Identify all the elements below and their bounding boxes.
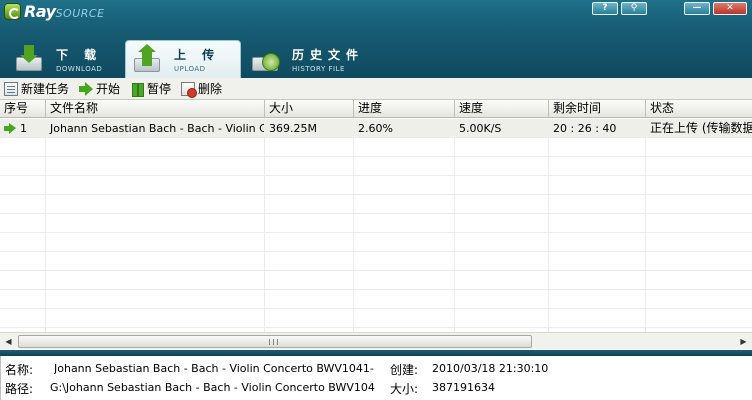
table-row[interactable]: 1 Johann Sebastian Bach - Bach - Violin …: [0, 119, 752, 138]
delete-icon: [181, 81, 198, 98]
tab-upload-label: 上 传: [174, 48, 221, 62]
tab-upload-sublabel: UPLOAD: [174, 65, 206, 73]
delete-label: 删除: [198, 82, 223, 96]
created-label: 创建:: [390, 363, 419, 377]
cell-status: 正在上传 (传输数据: [650, 121, 752, 135]
path-label: 路径:: [5, 382, 34, 396]
cell-filename: Johann Sebastian Bach - Bach - Violin Co…: [50, 122, 264, 135]
empty-row: [0, 252, 752, 271]
created-value: 2010/03/18 21:30:10: [432, 362, 549, 375]
cell-size: 369.25M: [269, 122, 317, 135]
empty-row: [0, 271, 752, 290]
header-index[interactable]: 序号: [0, 100, 46, 118]
new-task-icon: [4, 81, 18, 96]
new-task-button[interactable]: 新建任务: [4, 80, 69, 98]
file-info-panel: 名称: Johann Sebastian Bach - Bach - Violi…: [0, 356, 752, 400]
tab-history-label: 历史文件: [292, 47, 365, 62]
name-value: Johann Sebastian Bach - Bach - Violin Co…: [54, 362, 374, 375]
empty-row: [0, 138, 752, 157]
search-button[interactable]: ⚲: [621, 2, 647, 15]
app-logo: RaySOURCE: [4, 1, 105, 21]
task-table: 序号 文件名称 大小 进度 速度 剩余时间 状态 1 Johann Sebast…: [0, 100, 752, 332]
pause-label: 暂停: [147, 82, 172, 96]
empty-row: [0, 195, 752, 214]
table-header: 序号 文件名称 大小 进度 速度 剩余时间 状态: [0, 100, 752, 118]
grip-icon: [269, 339, 278, 345]
empty-row: [0, 214, 752, 233]
tab-history-sublabel: HISTORY FILE: [292, 64, 345, 73]
upload-icon: [132, 43, 162, 74]
cell-speed: 5.00K/S: [459, 122, 502, 135]
delete-button[interactable]: 删除: [181, 80, 222, 98]
empty-row: [0, 233, 752, 252]
start-label: 开始: [96, 82, 121, 96]
uploading-status-icon: [4, 123, 16, 134]
header-speed[interactable]: 速度: [455, 100, 549, 118]
scroll-left-arrow-icon[interactable]: ◀: [1, 334, 16, 349]
tab-download-sublabel: DOWNLOAD: [56, 64, 103, 73]
tab-upload[interactable]: 上 传 UPLOAD: [125, 40, 241, 78]
download-icon: [14, 45, 44, 73]
scroll-right-arrow-icon[interactable]: ▶: [736, 334, 751, 349]
minimize-button[interactable]: —: [684, 2, 710, 15]
new-task-label: 新建任务: [21, 82, 70, 96]
start-button[interactable]: 开始: [79, 80, 120, 98]
size-value: 387191634: [432, 381, 495, 394]
pause-icon: [130, 82, 145, 97]
empty-row: [0, 176, 752, 195]
path-value: G:\Johann Sebastian Bach - Bach - Violin…: [50, 381, 376, 394]
header-size[interactable]: 大小: [265, 100, 354, 118]
name-label: 名称:: [5, 363, 34, 377]
logo-main-text: Ray: [24, 1, 56, 21]
scrollbar-thumb[interactable]: [18, 335, 532, 348]
horizontal-scrollbar[interactable]: ◀ ▶: [0, 332, 752, 349]
raysource-logo-icon: [4, 2, 21, 20]
start-icon: [79, 81, 94, 96]
size-label: 大小:: [390, 382, 419, 396]
header-remaining[interactable]: 剩余时间: [549, 100, 646, 118]
tab-history[interactable]: 历史文件 HISTORY FILE: [244, 40, 374, 78]
tab-download[interactable]: 下 载 DOWNLOAD: [8, 40, 124, 78]
header-progress[interactable]: 进度: [354, 100, 455, 118]
header-filename[interactable]: 文件名称: [46, 100, 265, 118]
close-button[interactable]: ✕: [713, 2, 747, 15]
empty-row: [0, 309, 752, 328]
empty-row: [0, 290, 752, 309]
app-header: RaySOURCE ? ⚲ — ✕ 下 载 DOWNLOAD 上 传 UPLOA…: [0, 0, 752, 78]
logo-sub-text: SOURCE: [55, 6, 105, 20]
empty-row: [0, 157, 752, 176]
toolbar: 新建任务 开始 暂停 删除: [0, 78, 752, 100]
header-status[interactable]: 状态: [646, 100, 752, 118]
cell-progress: 2.60%: [358, 122, 393, 135]
cell-remaining: 20 : 26 : 40: [553, 122, 617, 135]
help-button[interactable]: ?: [592, 2, 618, 15]
history-icon: [250, 45, 280, 73]
cell-index: 1: [20, 122, 27, 135]
tab-download-label: 下 载: [56, 47, 103, 62]
pause-button[interactable]: 暂停: [130, 80, 171, 98]
